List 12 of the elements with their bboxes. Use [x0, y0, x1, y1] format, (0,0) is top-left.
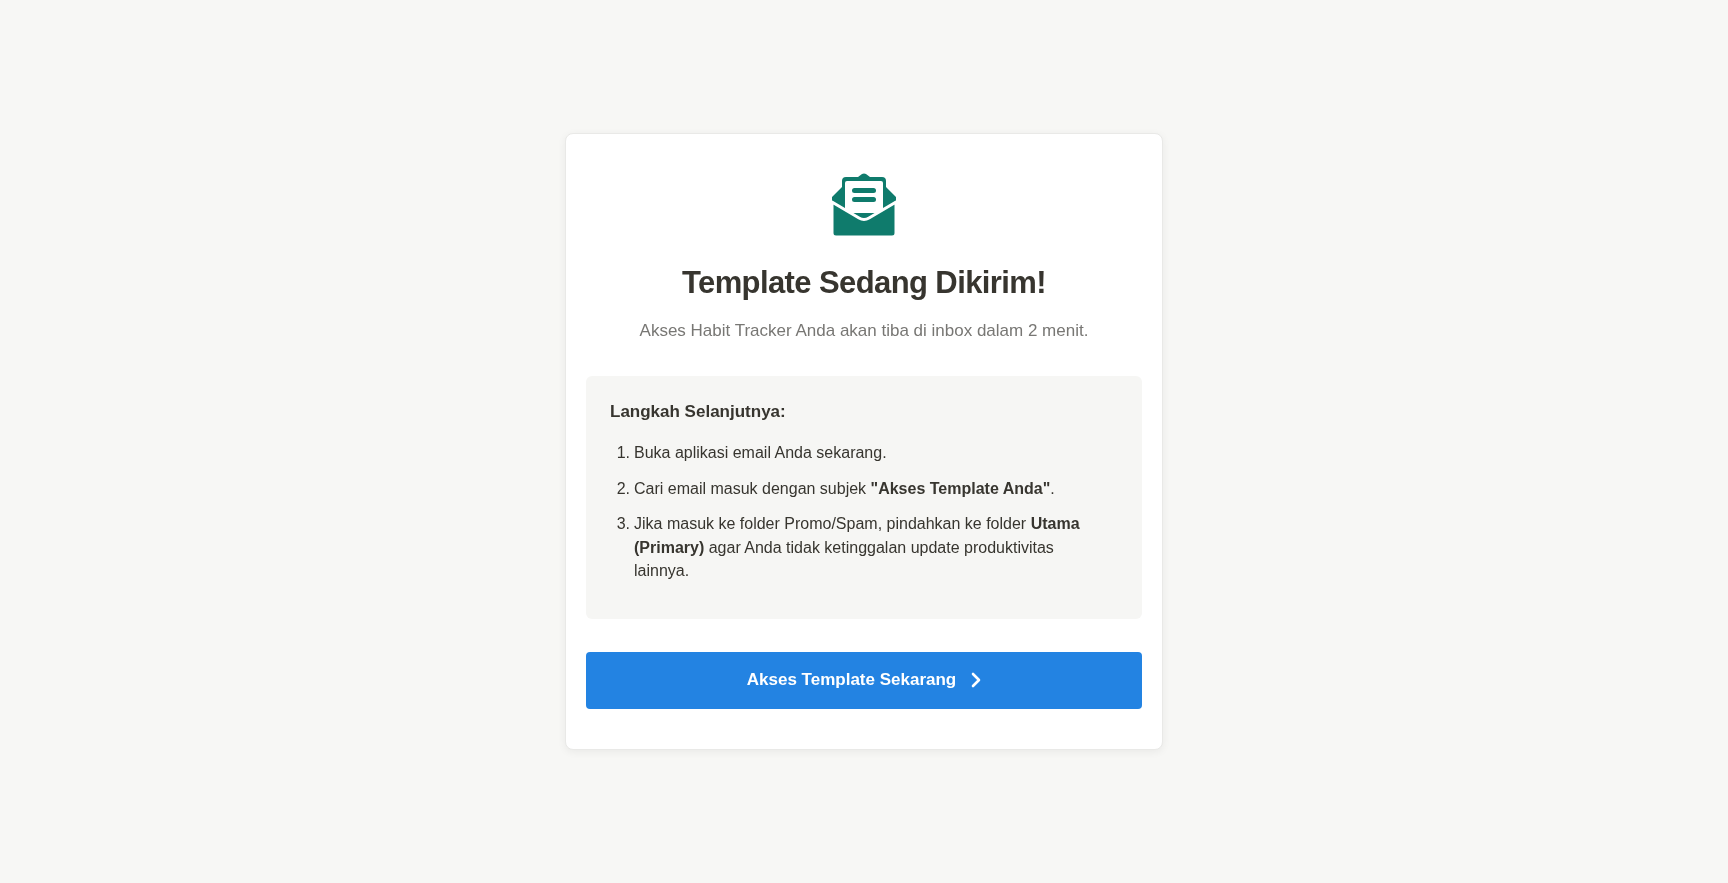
- step-text: Cari email masuk dengan subjek "Akses Template Anda".: [634, 478, 1055, 499]
- page-title: Template Sedang Dikirim!: [682, 264, 1046, 303]
- step-text: Jika masuk ke folder Promo/Spam, pindahkan ke folder Utama (Primary) agar Anda tidak ketinggalan update produktivitas lainnya.: [634, 514, 1081, 582]
- step-number: 3.: [615, 514, 630, 535]
- step-text: Buka aplikasi email Anda sekarang.: [634, 443, 887, 464]
- step-number: 2.: [615, 478, 630, 499]
- chevron-right-icon: [971, 672, 982, 689]
- step-number: 1.: [615, 443, 630, 464]
- subtitle-text: Akses Habit Tracker Anda akan tiba di inbox dalam 2 menit.: [639, 320, 1089, 343]
- steps-heading: Langkah Selanjutnya:: [610, 401, 787, 424]
- open-envelope-icon: [832, 173, 896, 238]
- access-template-button[interactable]: Akses Template Sekarang: [586, 651, 1142, 709]
